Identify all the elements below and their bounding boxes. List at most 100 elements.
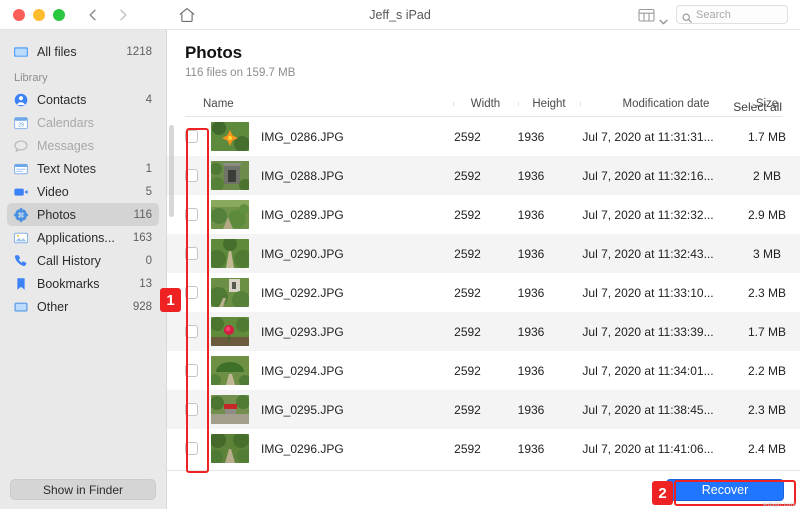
table-row[interactable]: IMG_0295.JPG 2592 1936 Jul 7, 2020 at 11…	[167, 390, 800, 429]
sidebar-item-call-history[interactable]: Call History 0	[7, 249, 159, 272]
messages-icon	[13, 138, 29, 154]
vertical-scrollbar[interactable]	[169, 125, 174, 217]
sidebar-item-label: Other	[37, 300, 127, 314]
page-title: Photos	[185, 43, 782, 63]
sidebar-item-count: 116	[134, 209, 152, 221]
sidebar-item-label: All files	[37, 45, 120, 59]
row-checkbox[interactable]	[185, 286, 198, 299]
sidebar-item-count: 0	[146, 255, 152, 267]
cell-height: 1936	[500, 442, 562, 456]
thumbnail-green-arch	[211, 356, 249, 385]
page-subtitle: 116 files on 159.7 MB	[185, 67, 782, 79]
cell-name: IMG_0292.JPG	[167, 278, 435, 307]
thumbnail-red-rose	[211, 317, 249, 346]
column-header-size[interactable]: Size	[752, 98, 782, 110]
row-checkbox[interactable]	[185, 325, 198, 338]
row-checkbox[interactable]	[185, 130, 198, 143]
cell-modification-date: Jul 7, 2020 at 11:31:31...	[562, 130, 734, 144]
table-row[interactable]: IMG_0296.JPG 2592 1936 Jul 7, 2020 at 11…	[167, 429, 800, 468]
cell-name: IMG_0289.JPG	[167, 200, 435, 229]
row-checkbox[interactable]	[185, 364, 198, 377]
cell-height: 1936	[500, 286, 562, 300]
file-name: IMG_0288.JPG	[261, 169, 344, 183]
thumbnail-flower-orange	[211, 122, 249, 151]
thumbnail-garden-beds	[211, 200, 249, 229]
table-row[interactable]: IMG_0286.JPG 2592 1936 Jul 7, 2020 at 11…	[167, 117, 800, 156]
cell-width: 2592	[435, 247, 500, 261]
file-name: IMG_0286.JPG	[261, 130, 344, 144]
svg-text:29: 29	[18, 122, 24, 128]
cell-modification-date: Jul 7, 2020 at 11:41:06...	[562, 442, 734, 456]
cell-height: 1936	[500, 325, 562, 339]
cell-height: 1936	[500, 130, 562, 144]
sidebar-item-calendars[interactable]: 29 Calendars	[7, 111, 159, 134]
sidebar-item-applications[interactable]: Applications... 163	[7, 226, 159, 249]
cell-size: 2.3 MB	[734, 403, 800, 417]
navigation-buttons	[85, 5, 197, 25]
table-row[interactable]: IMG_0294.JPG 2592 1936 Jul 7, 2020 at 11…	[167, 351, 800, 390]
search-box[interactable]	[676, 5, 788, 24]
table-row[interactable]: IMG_0293.JPG 2592 1936 Jul 7, 2020 at 11…	[167, 312, 800, 351]
title-bar: Jeff_s iPad	[0, 0, 800, 30]
column-header-modification-date[interactable]: Modification date	[580, 98, 752, 110]
thumbnail-garden-house	[211, 278, 249, 307]
table-row[interactable]: IMG_0289.JPG 2592 1936 Jul 7, 2020 at 11…	[167, 195, 800, 234]
grid-view-icon	[638, 8, 655, 22]
sidebar-item-all-files[interactable]: All files 1218	[7, 40, 159, 63]
sidebar-scroll-area: All files 1218 Library Contacts 4 29	[0, 30, 166, 470]
cell-width: 2592	[435, 208, 500, 222]
maximize-button[interactable]	[53, 9, 65, 21]
home-icon[interactable]	[177, 5, 197, 25]
cell-modification-date: Jul 7, 2020 at 11:32:16...	[562, 169, 734, 183]
file-list[interactable]: IMG_0286.JPG 2592 1936 Jul 7, 2020 at 11…	[167, 117, 800, 470]
sidebar-item-count: 5	[146, 186, 152, 198]
forward-chevron-icon[interactable]	[115, 7, 131, 23]
back-chevron-icon[interactable]	[85, 7, 101, 23]
row-checkbox[interactable]	[185, 403, 198, 416]
table-row[interactable]: IMG_0288.JPG 2592 1936 Jul 7, 2020 at 11…	[167, 156, 800, 195]
sidebar-item-label: Contacts	[37, 93, 140, 107]
sidebar-item-video[interactable]: Video 5	[7, 180, 159, 203]
sidebar-item-photos[interactable]: Photos 116	[7, 203, 159, 226]
close-button[interactable]	[13, 9, 25, 21]
sidebar-item-label: Call History	[37, 254, 140, 268]
titlebar-right-controls	[638, 5, 800, 24]
footer-bar: Recover	[167, 470, 800, 509]
cell-modification-date: Jul 7, 2020 at 11:32:32...	[562, 208, 734, 222]
sidebar-item-text-notes[interactable]: Text Notes 1	[7, 157, 159, 180]
cell-name: IMG_0295.JPG	[167, 395, 435, 424]
sidebar-item-bookmarks[interactable]: Bookmarks 13	[7, 272, 159, 295]
cell-height: 1936	[500, 364, 562, 378]
notes-icon	[13, 161, 29, 177]
column-header-height[interactable]: Height	[518, 98, 580, 110]
column-header-name[interactable]: Name	[185, 98, 453, 110]
cell-modification-date: Jul 7, 2020 at 11:32:43...	[562, 247, 734, 261]
row-checkbox[interactable]	[185, 169, 198, 182]
row-checkbox[interactable]	[185, 442, 198, 455]
show-in-finder-button[interactable]: Show in Finder	[10, 479, 156, 500]
row-checkbox[interactable]	[185, 208, 198, 221]
sidebar-item-messages[interactable]: Messages	[7, 134, 159, 157]
sidebar-item-other[interactable]: Other 928	[7, 295, 159, 318]
search-input[interactable]	[696, 9, 782, 21]
applications-icon	[13, 230, 29, 246]
chevron-down-icon	[659, 12, 668, 18]
row-checkbox[interactable]	[185, 247, 198, 260]
table-row[interactable]: IMG_0292.JPG 2592 1936 Jul 7, 2020 at 11…	[167, 273, 800, 312]
view-mode-toggle[interactable]	[638, 8, 668, 22]
sidebar-item-label: Applications...	[37, 231, 127, 245]
file-name: IMG_0295.JPG	[261, 403, 344, 417]
file-name: IMG_0293.JPG	[261, 325, 344, 339]
table-row[interactable]: IMG_0290.JPG 2592 1936 Jul 7, 2020 at 11…	[167, 234, 800, 273]
sidebar-item-contacts[interactable]: Contacts 4	[7, 88, 159, 111]
cell-size: 1.7 MB	[734, 325, 800, 339]
video-icon	[13, 184, 29, 200]
file-name: IMG_0294.JPG	[261, 364, 344, 378]
bookmark-icon	[13, 276, 29, 292]
recover-button[interactable]: Recover	[666, 479, 784, 501]
window-controls	[0, 9, 65, 21]
minimize-button[interactable]	[33, 9, 45, 21]
sidebar-item-label: Messages	[37, 139, 146, 153]
cell-size: 2.9 MB	[734, 208, 800, 222]
column-header-width[interactable]: Width	[453, 98, 518, 110]
